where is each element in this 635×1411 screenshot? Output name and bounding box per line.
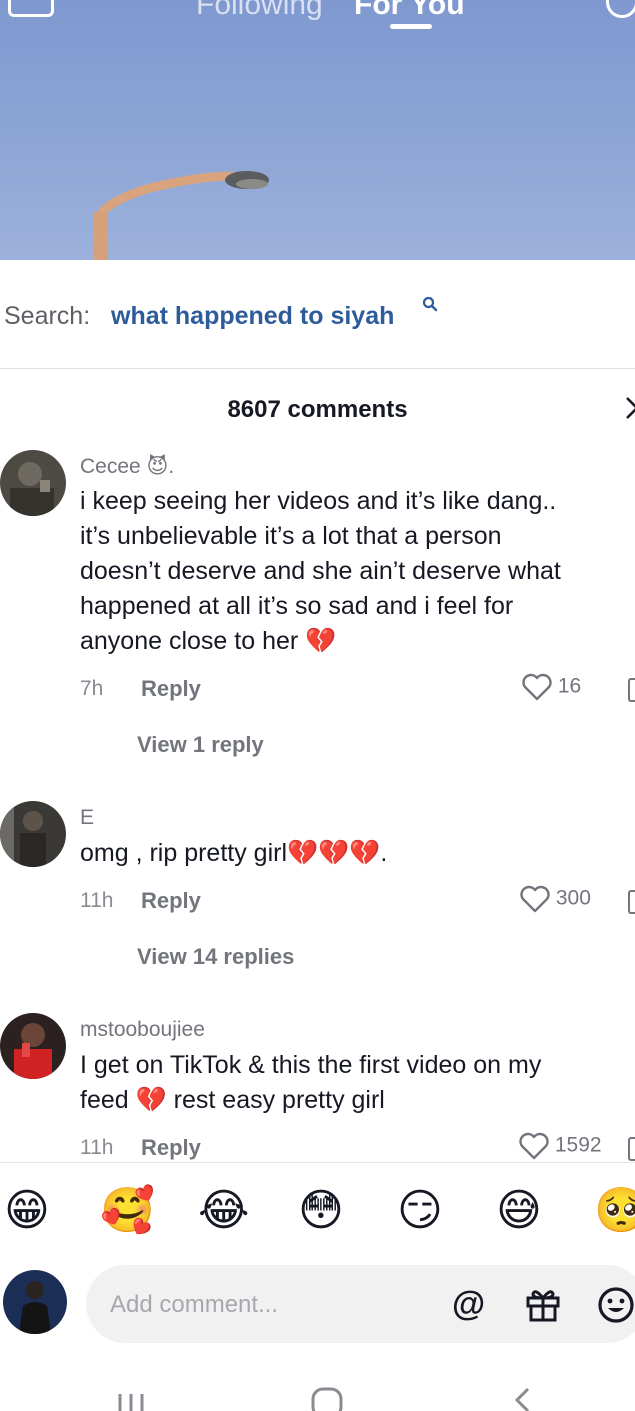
heart-outline-icon: [519, 1132, 549, 1160]
heart-outline-icon: [522, 673, 552, 701]
emoji-sweat-smile[interactable]: 😅: [496, 1183, 542, 1239]
search-prefix: Search:: [4, 302, 91, 330]
comments-count: 8607 comments: [227, 396, 408, 423]
gift-icon[interactable]: [524, 1285, 562, 1323]
emoji-smiling-hearts[interactable]: 🥰: [100, 1183, 155, 1239]
comment-text: omg , rip pretty girl💔💔💔.: [80, 839, 388, 867]
search-suggestion-bar[interactable]: Search: what happened to siyah: [0, 260, 635, 369]
video-player[interactable]: Following For You: [0, 0, 635, 260]
view-replies-link[interactable]: View 1 reply: [137, 732, 264, 758]
avatar: [3, 1270, 67, 1334]
like-count: 300: [555, 886, 591, 910]
avatar[interactable]: [0, 1013, 66, 1079]
system-navigation-bar: [0, 1352, 635, 1411]
emoji-grin[interactable]: 😁: [4, 1183, 50, 1239]
view-replies-link[interactable]: View 14 replies: [137, 944, 294, 970]
comment-time: 11h: [80, 889, 114, 912]
emoji-pleading[interactable]: 🥺: [594, 1183, 635, 1239]
avatar[interactable]: [0, 450, 66, 516]
reply-button[interactable]: Reply: [141, 888, 201, 914]
search-icon: [422, 296, 438, 312]
comment-username[interactable]: E: [80, 806, 94, 830]
like-button[interactable]: 1592: [519, 1132, 602, 1160]
street-lamp-image: [94, 171, 269, 260]
dislike-icon[interactable]: [628, 1137, 635, 1161]
comment-input-placeholder: Add comment...: [110, 1291, 279, 1318]
like-button[interactable]: 16: [522, 673, 581, 701]
avatar[interactable]: [0, 801, 66, 867]
reply-button[interactable]: Reply: [141, 1135, 201, 1161]
like-button[interactable]: 300: [520, 885, 591, 913]
dislike-icon[interactable]: [628, 890, 635, 914]
recents-icon[interactable]: [116, 1390, 146, 1411]
close-icon[interactable]: [623, 392, 635, 420]
quick-emoji-bar: 😁 🥰 😂 😳 😏 😅 🥺: [0, 1162, 635, 1263]
comment-text: I get on TikTok & this the first video o…: [80, 1051, 542, 1114]
back-icon[interactable]: [512, 1386, 532, 1411]
emoji-joy[interactable]: 😂: [198, 1183, 249, 1239]
comment-input-row: Add comment... @: [0, 1262, 635, 1352]
emoji-flushed[interactable]: 😳: [298, 1183, 344, 1239]
dislike-icon[interactable]: [628, 678, 635, 702]
comment-text: i keep seeing her videos and it’s like d…: [80, 487, 561, 655]
emoji-icon[interactable]: [596, 1285, 635, 1325]
search-query-link[interactable]: what happened to siyah: [111, 302, 394, 331]
heart-outline-icon: [520, 885, 550, 913]
mention-icon[interactable]: @: [452, 1285, 485, 1324]
like-count: 1592: [554, 1133, 602, 1157]
like-count: 16: [557, 674, 582, 698]
comment-username[interactable]: mstooboujiee: [80, 1018, 205, 1042]
reply-button[interactable]: Reply: [141, 676, 201, 702]
comment-time: 7h: [80, 677, 104, 700]
home-icon[interactable]: [310, 1386, 344, 1411]
emoji-smirk[interactable]: 😏: [397, 1183, 443, 1239]
comment-time: 11h: [80, 1136, 114, 1159]
comment-input[interactable]: Add comment... @: [86, 1265, 635, 1343]
comment-username[interactable]: Cecee 😈.: [80, 454, 174, 479]
